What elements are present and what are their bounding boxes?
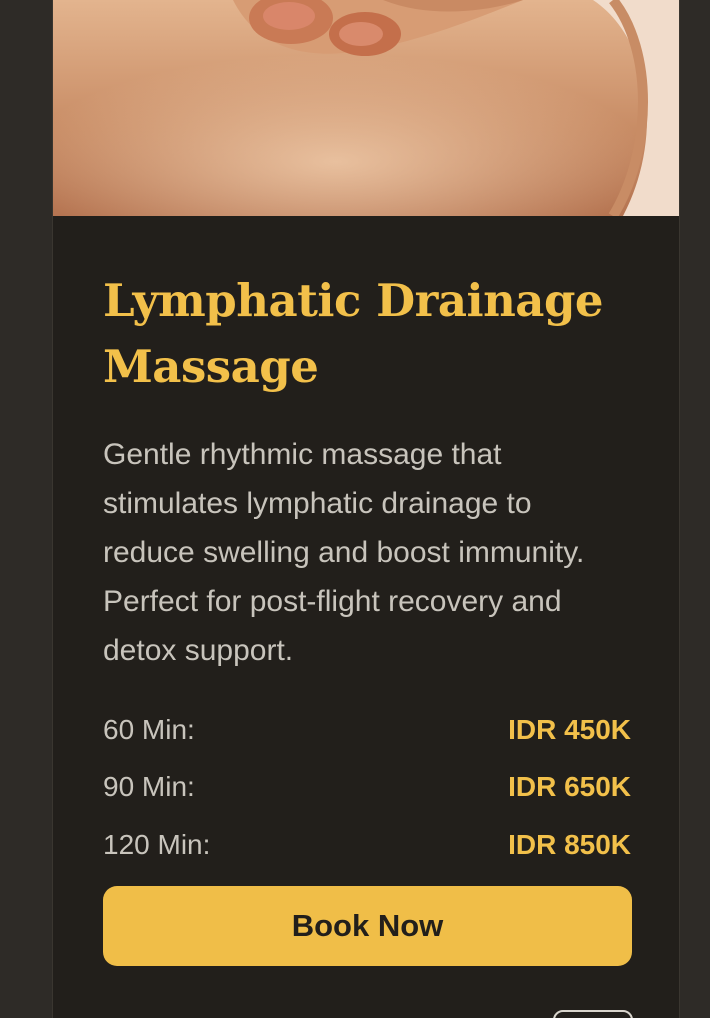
- price-value: IDR 450K: [508, 713, 631, 745]
- price-value: IDR 650K: [508, 771, 631, 803]
- service-description: Gentle rhythmic massage that stimulates …: [103, 438, 585, 667]
- price-row-90: 90 Min: IDR 650K: [103, 759, 631, 817]
- service-title: Lymphatic Drainage Massage: [103, 274, 604, 393]
- service-card: Lymphatic Drainage Massage Gentle rhythm…: [52, 0, 680, 1018]
- price-value: IDR 850K: [508, 828, 631, 860]
- price-list: 60 Min: IDR 450K 90 Min: IDR 650K 120 Mi…: [103, 701, 631, 874]
- service-photo: [53, 0, 679, 216]
- book-now-button[interactable]: Book Now: [103, 886, 632, 966]
- duration-label: 60 Min:: [103, 713, 195, 745]
- service-details: Lymphatic Drainage Massage Gentle rhythm…: [103, 268, 631, 874]
- duration-label: 120 Min:: [103, 828, 211, 860]
- price-row-120: 120 Min: IDR 850K: [103, 816, 631, 874]
- duration-label: 90 Min:: [103, 771, 195, 803]
- next-card-button[interactable]: [553, 1010, 633, 1018]
- price-row-60: 60 Min: IDR 450K: [103, 701, 631, 759]
